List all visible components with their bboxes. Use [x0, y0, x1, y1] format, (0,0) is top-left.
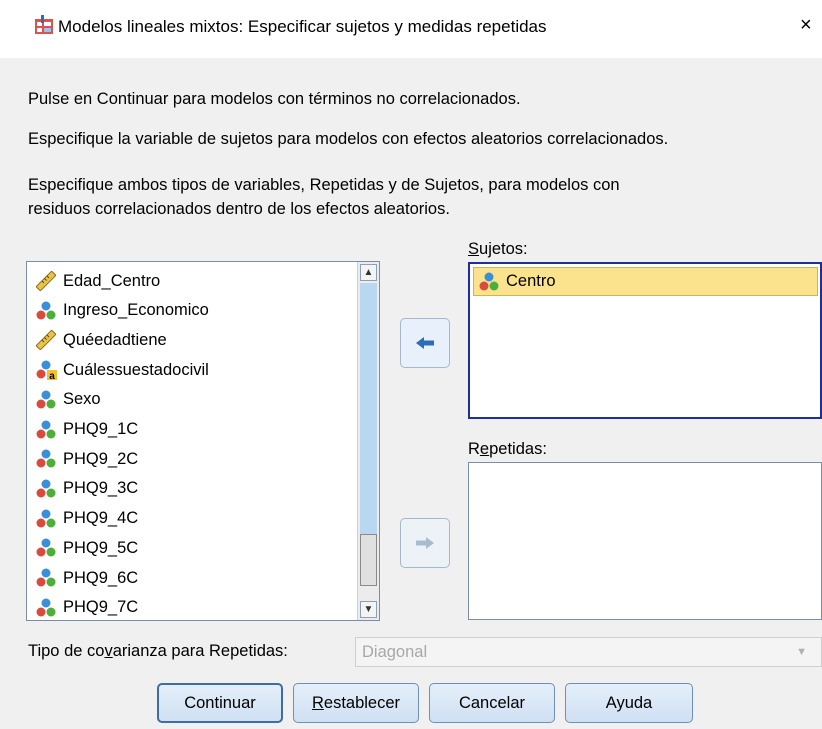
ruler-scale-icon — [35, 270, 57, 292]
variable-label: Ingreso_Economico — [63, 301, 209, 320]
scroll-track[interactable] — [360, 283, 377, 534]
arrow-left-icon — [416, 337, 434, 349]
variable-label: Cuálessuestadocivil — [63, 360, 209, 379]
nominal-icon — [35, 300, 57, 322]
variable-label: PHQ9_6C — [63, 568, 139, 587]
variable-label: PHQ9_5C — [63, 538, 139, 557]
sujetos-item-centro[interactable]: Centro — [473, 267, 818, 296]
ayuda-button[interactable]: Ayuda — [565, 683, 693, 723]
nominal-icon — [35, 597, 57, 619]
variable-list-item[interactable]: Edad_Centro — [35, 266, 160, 296]
title-bar: Modelos lineales mixtos: Especificar suj… — [0, 0, 822, 58]
variable-list-item[interactable]: PHQ9_6C — [35, 563, 138, 593]
sujetos-list[interactable]: Centro — [468, 262, 822, 419]
nominal-icon — [35, 389, 57, 411]
continuar-button[interactable]: Continuar — [157, 683, 283, 723]
repetidas-label: Repetidas: — [468, 440, 547, 458]
arrow-right-icon — [416, 537, 434, 549]
repetidas-list[interactable] — [468, 462, 822, 620]
variable-list-item[interactable]: PHQ9_2C — [35, 444, 138, 474]
variable-label: PHQ9_1C — [63, 420, 139, 438]
variable-list-item[interactable]: PHQ9_5C — [35, 533, 138, 563]
nominal-icon — [35, 508, 57, 530]
instruction-line-2: Especifique la variable de sujetos para … — [28, 130, 669, 148]
variable-list-item[interactable]: Ingreso_Economico — [35, 296, 209, 326]
covariance-label: Tipo de covarianza para Repetidas: — [28, 642, 288, 660]
variable-label: PHQ9_4C — [63, 509, 139, 528]
variable-list-item[interactable]: PHQ9_7C — [35, 593, 139, 620]
sujetos-item-label: Centro — [506, 272, 556, 290]
instruction-line-3a: Especifique ambos tipos de variables, Re… — [28, 176, 620, 194]
dropdown-caret-icon: ▼ — [796, 646, 807, 658]
nominal-icon — [35, 537, 57, 559]
scroll-up-button[interactable]: ▲ — [360, 264, 377, 281]
variable-label: Edad_Centro — [63, 271, 161, 290]
variable-label: PHQ9_7C — [63, 598, 139, 617]
cancelar-button[interactable]: Cancelar — [429, 683, 555, 723]
nominal-icon — [478, 271, 500, 293]
move-to-repetidas-button[interactable] — [400, 518, 450, 568]
sujetos-label: Sujetos: — [468, 240, 528, 258]
variable-list-item[interactable]: PHQ9_1C — [35, 415, 138, 445]
nominal-icon — [35, 478, 57, 500]
nominal-icon — [35, 567, 57, 589]
variable-list-item[interactable]: PHQ9_3C — [35, 474, 138, 504]
variable-list-item[interactable]: a Cuálessuestadocivil — [35, 355, 209, 385]
spss-app-icon — [35, 15, 53, 34]
variable-list-item[interactable]: Sexo — [35, 385, 101, 415]
svg-text:a: a — [49, 371, 55, 381]
scroll-thumb[interactable] — [360, 534, 377, 586]
close-button[interactable]: × — [800, 14, 812, 37]
source-variable-list[interactable]: Edad_Centro Ingreso_Economico Quéedadtiene… — [26, 261, 380, 621]
variable-label: PHQ9_3C — [63, 479, 139, 498]
instruction-line-1: Pulse en Continuar para modelos con térm… — [28, 90, 521, 108]
variable-label: Quéedadtiene — [63, 330, 167, 349]
variable-list-item[interactable]: PHQ9_4C — [35, 504, 138, 534]
window-title: Modelos lineales mixtos: Especificar suj… — [58, 17, 547, 36]
variable-list-item[interactable]: Quéedadtiene — [35, 325, 167, 355]
variable-label: Sexo — [63, 390, 101, 409]
move-to-sujetos-button[interactable] — [400, 318, 450, 368]
covariance-value: Diagonal — [362, 643, 428, 661]
nominal-icon — [35, 448, 57, 470]
scroll-down-button[interactable]: ▼ — [360, 601, 377, 618]
restablecer-button[interactable]: Restablecer — [293, 683, 419, 723]
list-scrollbar[interactable]: ▲ ▼ — [357, 262, 379, 620]
variable-label: PHQ9_2C — [63, 449, 139, 468]
covariance-type-select[interactable]: Diagonal ▼ — [355, 637, 822, 667]
instruction-line-3b: residuos correlacionados dentro de los e… — [28, 200, 450, 218]
nominal-icon — [35, 419, 57, 441]
ruler-scale-icon — [35, 329, 57, 351]
nominal-string-icon: a — [35, 359, 57, 382]
